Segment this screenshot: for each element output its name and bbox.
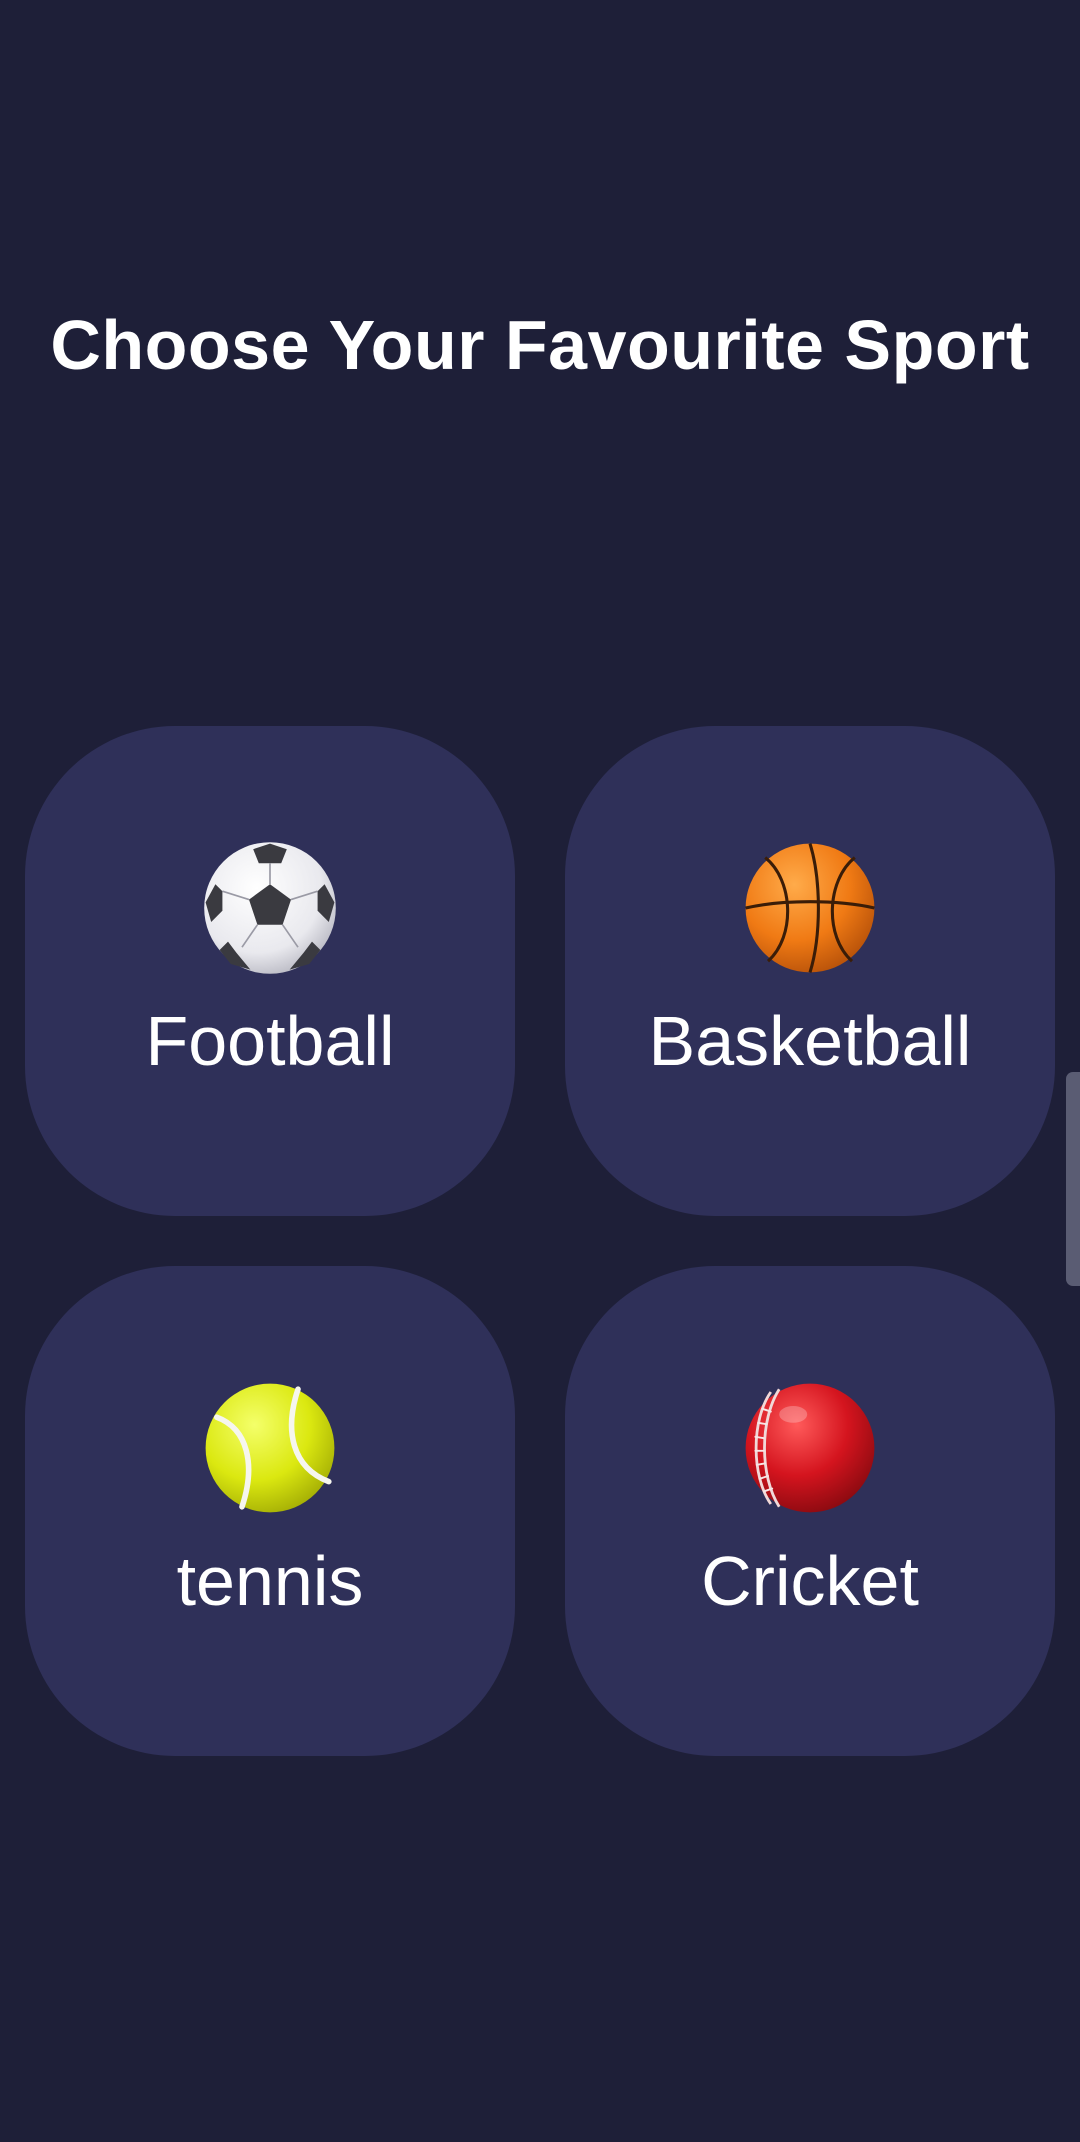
basketball-icon bbox=[740, 838, 880, 978]
page-title: Choose Your Favourite Sport bbox=[50, 306, 1030, 384]
tennis-ball-icon bbox=[200, 1378, 340, 1518]
sport-label: Football bbox=[145, 1002, 395, 1080]
sport-label: Basketball bbox=[648, 1002, 972, 1080]
sport-card-football[interactable]: Football bbox=[25, 726, 515, 1216]
cricket-ball-icon bbox=[740, 1378, 880, 1518]
sport-card-cricket[interactable]: Cricket bbox=[565, 1266, 1055, 1756]
sport-card-basketball[interactable]: Basketball bbox=[565, 726, 1055, 1216]
scrollbar-thumb[interactable] bbox=[1066, 1072, 1080, 1286]
sport-label: Cricket bbox=[701, 1542, 919, 1620]
soccer-ball-icon bbox=[200, 838, 340, 978]
sport-label: tennis bbox=[176, 1542, 364, 1620]
sport-card-tennis[interactable]: tennis bbox=[25, 1266, 515, 1756]
